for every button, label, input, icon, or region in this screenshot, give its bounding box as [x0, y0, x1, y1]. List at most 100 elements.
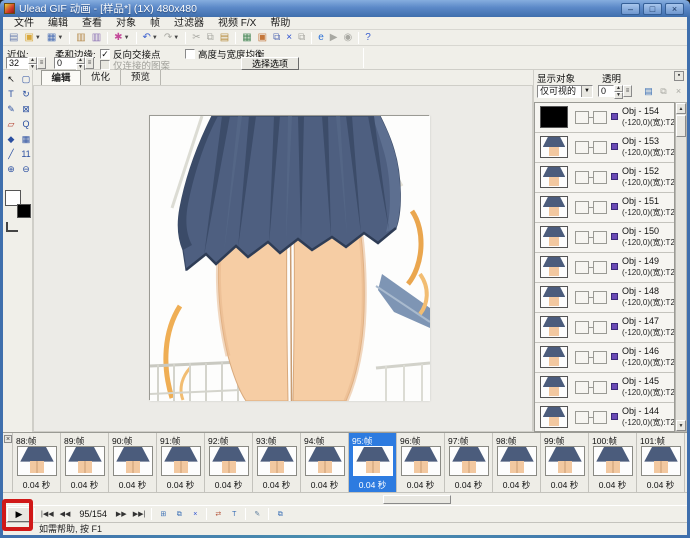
marquee-tool[interactable]: ▢ [19, 72, 33, 86]
similarity-value[interactable]: 32 [6, 57, 28, 69]
save-button[interactable]: ▦▼ [44, 31, 66, 45]
object-frame-box[interactable] [593, 321, 607, 334]
object-frame-box[interactable] [593, 291, 607, 304]
object-filter-dropdown[interactable]: 仅可视的 ▼ [537, 85, 593, 98]
next-frame-button[interactable]: ▶▶ [113, 507, 130, 522]
tween-button[interactable]: T [226, 507, 242, 522]
open-button[interactable]: ▣▼ [21, 31, 43, 45]
frame-cell[interactable]: 92:帧0.04 秒 [205, 433, 253, 492]
transparency-spinner[interactable]: ▲▼ [614, 85, 623, 97]
similarity-spinner[interactable]: ▲▼ [28, 57, 37, 69]
prev-frame-button[interactable]: ◀◀ [57, 507, 74, 522]
wizard-button-dropdown-icon[interactable]: ▼ [124, 35, 130, 41]
open-button-dropdown-icon[interactable]: ▼ [35, 35, 41, 41]
frame-cell[interactable]: 94:帧0.04 秒 [301, 433, 349, 492]
maximize-button[interactable]: □ [643, 3, 662, 15]
transparency-slider-button[interactable]: ≡ [623, 85, 632, 97]
frame-cell[interactable]: 97:帧0.04 秒 [445, 433, 493, 492]
add-video-button[interactable]: ▥ [89, 31, 104, 45]
object-frame-box[interactable] [593, 231, 607, 244]
frame-cell[interactable]: 98:帧0.04 秒 [493, 433, 541, 492]
eraser-tool[interactable]: ▱ [4, 117, 18, 131]
frame-cell[interactable]: 89:帧0.04 秒 [61, 433, 109, 492]
fill-tool[interactable]: ◆ [4, 132, 18, 146]
soft-edge-spinner[interactable]: ▲▼ [76, 57, 85, 69]
object-frame-box[interactable] [593, 411, 607, 424]
object-frame-box[interactable] [593, 261, 607, 274]
measure-tool[interactable]: 11 [19, 147, 33, 161]
object-frame-box[interactable] [593, 201, 607, 214]
frame-cell[interactable]: 100:帧0.04 秒 [589, 433, 637, 492]
object-frame-box[interactable] [575, 351, 589, 364]
frame-cell[interactable]: 96:帧0.04 秒 [397, 433, 445, 492]
last-frame-button[interactable]: ▶▶| [130, 507, 149, 522]
object-frame-box[interactable] [575, 141, 589, 154]
add-image-button[interactable]: ▥ [73, 31, 88, 45]
panel-menu-button[interactable]: ▪ [674, 71, 684, 81]
crop-tool[interactable]: ⊠ [19, 102, 33, 116]
new-object-button[interactable]: ▤ [642, 84, 655, 97]
object-list-item[interactable]: Obj - 148(-120,0)(宽):T2 [535, 283, 674, 313]
frame-cell[interactable]: 95:帧0.04 秒 [349, 433, 397, 492]
object-frame-box[interactable] [593, 351, 607, 364]
close-strip-icon[interactable]: × [4, 435, 12, 443]
frame-cell[interactable]: 88:帧0.04 秒 [13, 433, 61, 492]
chevron-down-icon[interactable]: ▼ [581, 86, 592, 97]
menu-item[interactable]: 视频 F/X [211, 17, 263, 30]
frame-cell[interactable]: 99:帧0.04 秒 [541, 433, 589, 492]
object-list-item[interactable]: Obj - 147(-120,0)(宽):T2 [535, 313, 674, 343]
frame-cell[interactable]: 93:帧0.04 秒 [253, 433, 301, 492]
menu-item[interactable]: 文件 [7, 17, 41, 30]
similarity-field[interactable]: 32 ▲▼ ≡ [6, 57, 46, 69]
menu-item[interactable]: 对象 [109, 17, 143, 30]
text-tool[interactable]: T [4, 87, 18, 101]
object-frame-box[interactable] [575, 411, 589, 424]
menu-item[interactable]: 查看 [75, 17, 109, 30]
menu-item[interactable]: 帮助 [263, 17, 297, 30]
delete-frame-button[interactable]: × [187, 507, 203, 522]
timeline-scrollbar-thumb[interactable] [383, 495, 451, 504]
menu-item[interactable]: 过滤器 [167, 17, 211, 30]
tab-preview[interactable]: 预览 [121, 70, 161, 85]
reverse-frames-button[interactable]: ⇄ [210, 507, 226, 522]
object-frame-box[interactable] [575, 291, 589, 304]
similarity-slider-button[interactable]: ≡ [37, 57, 46, 69]
rotate-tool[interactable]: ↻ [19, 87, 33, 101]
object-list-scrollbar[interactable]: ▲ ▼ [675, 102, 687, 432]
paste-button[interactable]: ▤ [217, 31, 232, 45]
object-frame-box[interactable] [575, 231, 589, 244]
edit-frame-button[interactable]: ✎ [249, 507, 265, 522]
grid-tool[interactable]: ▦ [19, 132, 33, 146]
object-frame-box[interactable] [593, 381, 607, 394]
first-frame-button[interactable]: |◀◀ [38, 507, 57, 522]
scroll-up-icon[interactable]: ▲ [676, 103, 686, 114]
object-list-item[interactable]: Obj - 151(-120,0)(宽):T2 [535, 193, 674, 223]
add-frame-button[interactable]: ⊞ [155, 507, 171, 522]
help-button[interactable]: ? [362, 31, 374, 45]
zoom-in-tool[interactable]: ⊕ [4, 162, 18, 176]
object-list-item[interactable]: Obj - 146(-120,0)(宽):T2 [535, 343, 674, 373]
duplicate-frame-button[interactable]: ⧉ [171, 507, 187, 522]
insert-banner-button[interactable]: ▣ [255, 31, 270, 45]
object-list-item[interactable]: Obj - 153(-120,0)(宽):T2 [535, 133, 674, 163]
timeline-scrollbar[interactable] [3, 492, 687, 505]
object-list-item[interactable]: Obj - 149(-120,0)(宽):T2 [535, 253, 674, 283]
delete-object-button[interactable]: × [283, 31, 295, 45]
object-frame-box[interactable] [593, 171, 607, 184]
insert-image-button[interactable]: ▦ [239, 31, 254, 45]
frame-cell[interactable]: 101:帧0.04 秒 [637, 433, 685, 492]
object-frame-box[interactable] [575, 261, 589, 274]
tab-edit[interactable]: 编辑 [41, 70, 81, 85]
transparency-field[interactable]: 0 ▲▼ ≡ [598, 85, 632, 97]
save-button-dropdown-icon[interactable]: ▼ [57, 35, 63, 41]
object-frame-box[interactable] [575, 171, 589, 184]
soft-edge-slider-button[interactable]: ≡ [85, 57, 94, 69]
brush-tool[interactable]: ✎ [4, 102, 18, 116]
scrollbar-thumb[interactable] [676, 115, 686, 137]
pen-tool[interactable]: ╱ [4, 147, 18, 161]
select-tool[interactable]: ↖ [4, 72, 18, 86]
undo-button-dropdown-icon[interactable]: ▼ [152, 35, 158, 41]
soft-edge-field[interactable]: 0 ▲▼ ≡ [54, 57, 94, 69]
background-color-swatch[interactable] [17, 204, 31, 218]
export-frames-button[interactable]: ⧉ [272, 507, 288, 522]
